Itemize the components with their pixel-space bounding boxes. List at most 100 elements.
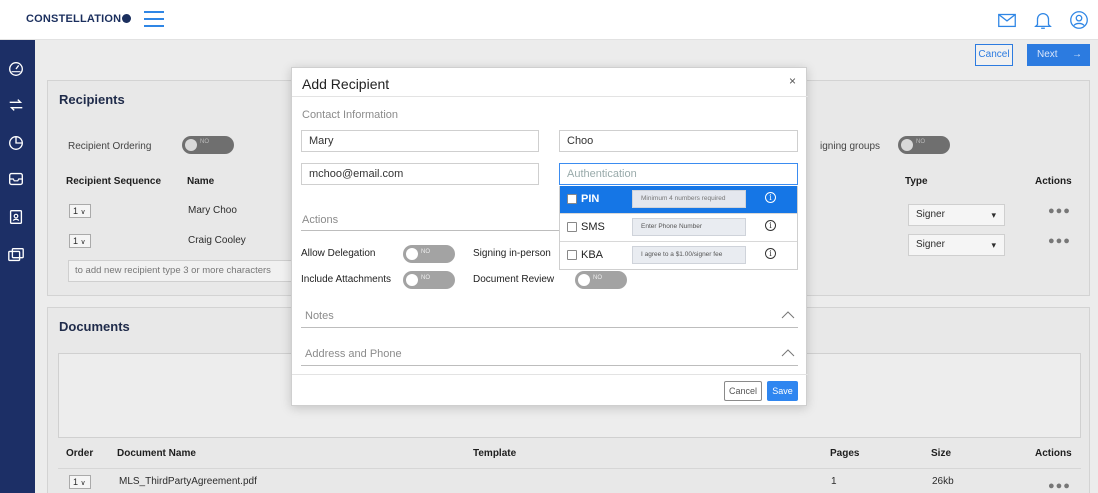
- inbox-icon[interactable]: [7, 170, 27, 190]
- contact-information-label: Contact Information: [302, 109, 398, 121]
- contacts-icon[interactable]: [7, 208, 27, 228]
- chevron-up-icon[interactable]: [781, 311, 795, 319]
- toggle-state: NO: [421, 275, 430, 281]
- divider: [292, 96, 808, 97]
- add-recipient-input[interactable]: to add new recipient type 3 or more char…: [68, 260, 298, 282]
- info-icon[interactable]: i: [765, 220, 776, 231]
- document-review-toggle[interactable]: NO: [575, 271, 627, 289]
- save-button[interactable]: Save: [767, 381, 798, 401]
- left-nav: [0, 40, 35, 493]
- signing-in-person-label: Signing in-person: [473, 248, 551, 259]
- auth-option-label: KBA: [581, 249, 604, 261]
- pin-input[interactable]: Minimum 4 numbers required: [632, 190, 746, 208]
- documents-icon[interactable]: [7, 246, 27, 266]
- next-button[interactable]: Next →: [1027, 44, 1090, 66]
- last-name-field[interactable]: Choo: [559, 130, 798, 152]
- modal-title: Add Recipient: [302, 76, 390, 92]
- auth-option-sms[interactable]: SMS Enter Phone Number i: [560, 214, 797, 241]
- actions-label: Actions: [302, 214, 339, 226]
- col-name: Name: [187, 176, 215, 187]
- toggle-state: NO: [421, 249, 430, 255]
- chevron-down-icon: ∨: [80, 209, 86, 216]
- bell-icon[interactable]: [1032, 9, 1054, 31]
- toggle-state: NO: [916, 139, 925, 145]
- email-field[interactable]: mchoo@email.com: [301, 163, 539, 185]
- recipients-title: Recipients: [59, 92, 125, 107]
- toggle-state: NO: [200, 139, 209, 145]
- add-recipient-modal: Add Recipient × Contact Information Mary…: [291, 67, 808, 406]
- arrow-right-icon: →: [1072, 49, 1082, 60]
- document-name: MLS_ThirdPartyAgreement.pdf: [119, 476, 257, 487]
- logo-text: CONSTELLATION: [26, 13, 122, 25]
- mail-icon[interactable]: [996, 9, 1018, 31]
- address-and-phone-label: Address and Phone: [305, 348, 402, 360]
- sms-checkbox[interactable]: [567, 222, 577, 232]
- col-type: Type: [905, 176, 928, 187]
- kba-checkbox[interactable]: [567, 250, 577, 260]
- cancel-button[interactable]: Cancel: [724, 381, 762, 401]
- recipient-ordering-toggle[interactable]: NO: [182, 136, 234, 154]
- order-select[interactable]: 1 ∨: [69, 475, 91, 489]
- notes-label: Notes: [305, 310, 334, 322]
- auth-option-label: SMS: [581, 221, 605, 233]
- signing-groups-label: igning groups: [820, 141, 881, 152]
- divider: [301, 327, 798, 328]
- chevron-up-icon[interactable]: [781, 349, 795, 357]
- auth-option-pin[interactable]: PIN Minimum 4 numbers required i: [560, 186, 797, 213]
- include-attachments-toggle[interactable]: NO: [403, 271, 455, 289]
- phone-input[interactable]: Enter Phone Number: [632, 218, 746, 236]
- col-template: Template: [473, 448, 517, 459]
- recipient-name: Mary Choo: [188, 205, 237, 216]
- kba-fee-input[interactable]: I agree to a $1.00/signer fee: [632, 246, 746, 264]
- col-recipient-sequence: Recipient Sequence: [66, 176, 162, 187]
- divider: [301, 230, 559, 231]
- document-review-label: Document Review: [473, 274, 555, 285]
- chevron-down-icon: ∨: [80, 239, 86, 246]
- col-pages: Pages: [830, 448, 860, 459]
- col-order: Order: [66, 448, 94, 459]
- recipient-ordering-label: Recipient Ordering: [68, 141, 152, 152]
- logo-mark-icon: [122, 14, 132, 23]
- order-value: 1: [73, 477, 79, 487]
- transfer-icon[interactable]: [7, 96, 27, 116]
- dashboard-icon[interactable]: [7, 60, 27, 80]
- user-icon[interactable]: [1068, 9, 1090, 31]
- col-actions: Actions: [1035, 448, 1072, 459]
- chevron-down-icon: ∨: [80, 480, 86, 487]
- logo[interactable]: CONSTELLATION: [26, 13, 132, 25]
- sequence-select[interactable]: 1 ∨: [69, 234, 91, 248]
- authentication-select[interactable]: Authentication: [559, 163, 798, 185]
- col-document-name: Document Name: [117, 448, 196, 459]
- first-name-field[interactable]: Mary: [301, 130, 539, 152]
- sequence-value: 1: [73, 206, 79, 216]
- type-select[interactable]: Signer: [908, 234, 1005, 256]
- next-label: Next: [1037, 49, 1058, 60]
- more-actions-icon[interactable]: ●●●: [1048, 235, 1071, 247]
- sequence-value: 1: [73, 236, 79, 246]
- include-attachments-label: Include Attachments: [301, 274, 392, 285]
- chart-icon[interactable]: [7, 134, 27, 154]
- divider: [292, 374, 808, 375]
- more-actions-icon[interactable]: ●●●: [1048, 480, 1071, 492]
- allow-delegation-toggle[interactable]: NO: [403, 245, 455, 263]
- type-select[interactable]: Signer: [908, 204, 1005, 226]
- close-icon[interactable]: ×: [789, 74, 796, 88]
- more-actions-icon[interactable]: ●●●: [1048, 205, 1071, 217]
- auth-option-kba[interactable]: KBA I agree to a $1.00/signer fee i: [560, 242, 797, 269]
- col-actions: Actions: [1035, 176, 1072, 187]
- document-size: 26kb: [932, 476, 954, 487]
- sequence-select[interactable]: 1 ∨: [69, 204, 91, 218]
- info-icon[interactable]: i: [765, 192, 776, 203]
- info-icon[interactable]: i: [765, 248, 776, 259]
- toggle-state: NO: [593, 275, 602, 281]
- hamburger-menu-icon[interactable]: [144, 11, 164, 27]
- recipient-name: Craig Cooley: [188, 235, 246, 246]
- allow-delegation-label: Allow Delegation: [301, 248, 376, 259]
- divider: [58, 468, 1081, 469]
- pin-checkbox[interactable]: [567, 194, 577, 204]
- auth-option-label: PIN: [581, 193, 600, 205]
- signing-groups-toggle[interactable]: NO: [898, 136, 950, 154]
- authentication-dropdown: PIN Minimum 4 numbers required i SMS Ent…: [559, 186, 798, 270]
- cancel-button[interactable]: Cancel: [975, 44, 1013, 66]
- documents-title: Documents: [59, 319, 130, 334]
